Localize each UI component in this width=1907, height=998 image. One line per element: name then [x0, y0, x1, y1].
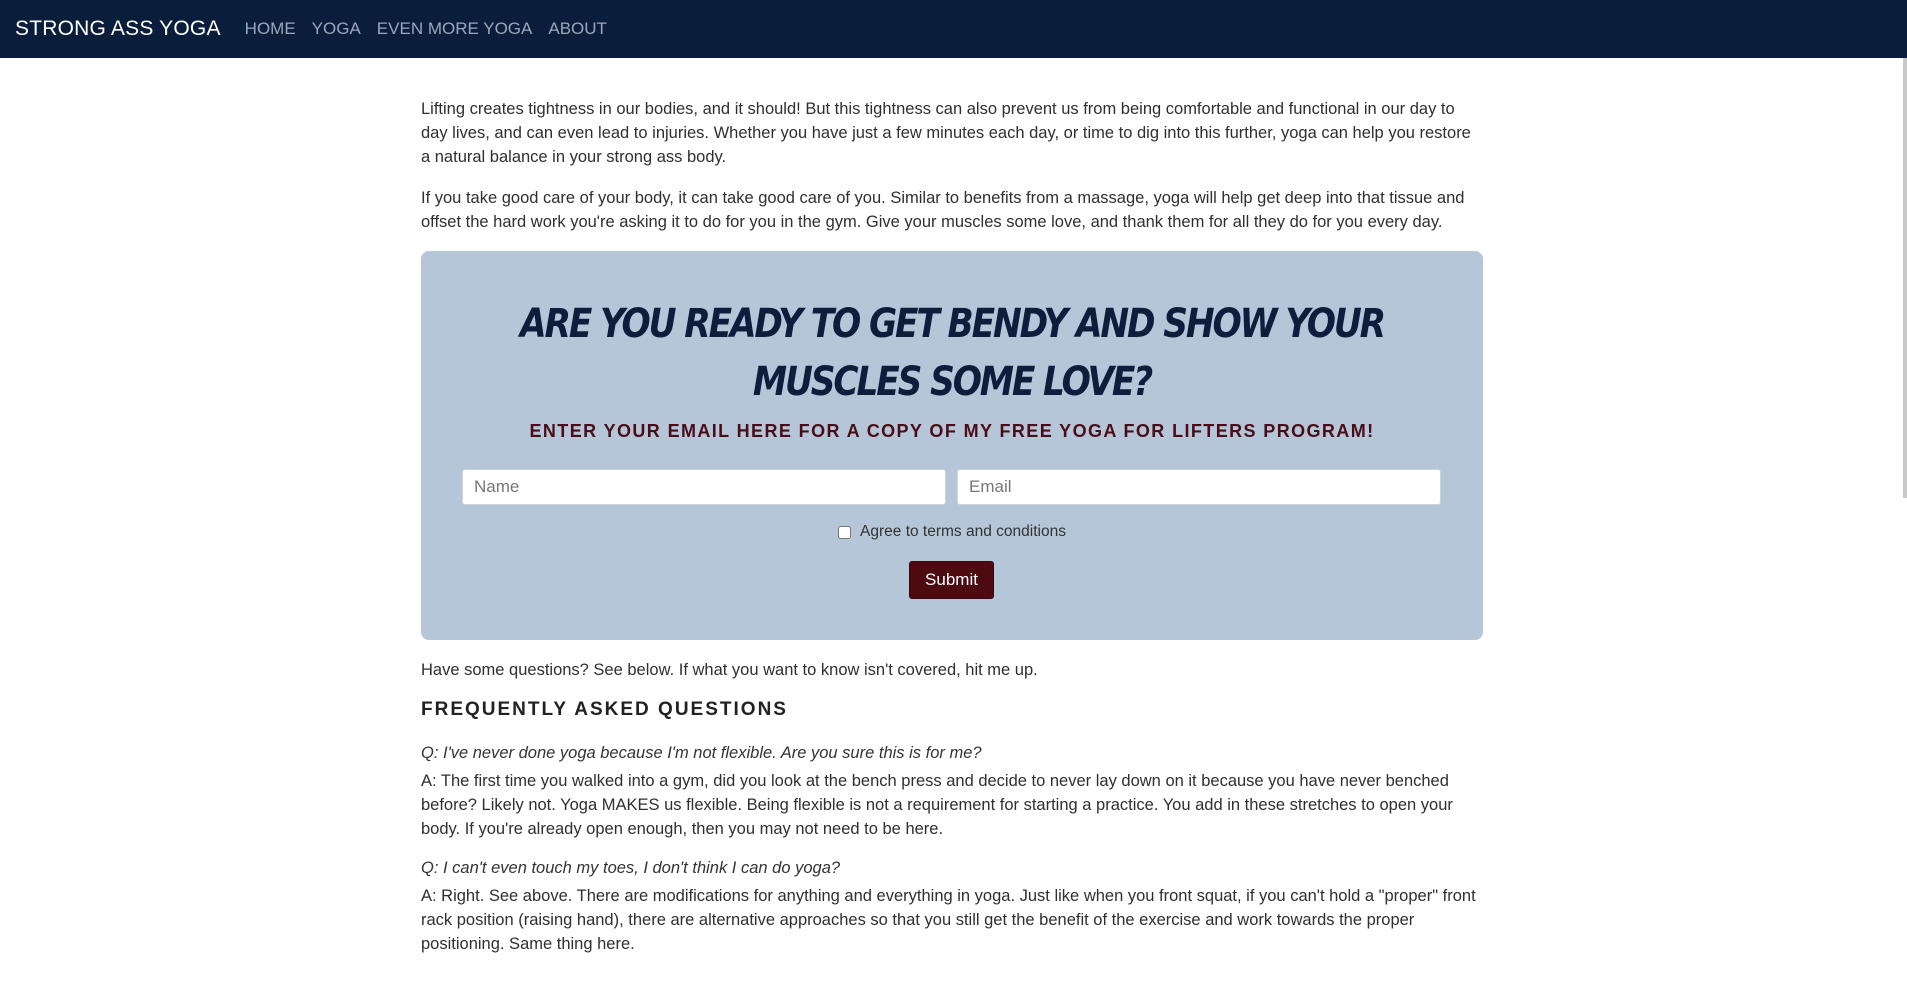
signup-panel: Are you ready to get bendy and show your…	[421, 251, 1483, 640]
navbar: STRONG ASS YOGA HOME YOGA EVEN MORE YOGA…	[0, 0, 1907, 58]
faq-item: Q: I've never done yoga because I'm not …	[421, 742, 1483, 841]
faq-question: Q: I've never done yoga because I'm not …	[421, 744, 982, 762]
signup-subheading: ENTER YOUR EMAIL HERE FOR A COPY OF MY F…	[529, 421, 1375, 441]
main-content: Lifting creates tightness in our bodies,…	[421, 58, 1483, 956]
page-scrollbar[interactable]	[1903, 58, 1907, 498]
nav-link-about[interactable]: ABOUT	[548, 19, 607, 39]
terms-label: Agree to terms and conditions	[860, 523, 1066, 540]
terms-row: Agree to terms and conditions	[421, 523, 1483, 541]
intro-paragraph-2: If you take good care of your body, it c…	[421, 189, 1465, 231]
questions-intro: Have some questions? See below. If what …	[421, 661, 1038, 679]
nav-links: HOME YOGA EVEN MORE YOGA ABOUT	[245, 19, 623, 39]
signup-heading: Are you ready to get bendy and show your…	[520, 301, 1386, 405]
faq-title: FREQUENTLY ASKED QUESTIONS	[421, 699, 788, 720]
faq-item: Q: I can't even touch my toes, I don't t…	[421, 857, 1483, 956]
faq-question: Q: I can't even touch my toes, I don't t…	[421, 859, 841, 877]
email-input[interactable]	[957, 469, 1441, 505]
terms-checkbox[interactable]	[838, 525, 852, 539]
brand-link[interactable]: STRONG ASS YOGA	[15, 17, 221, 41]
intro-paragraph-1: Lifting creates tightness in our bodies,…	[421, 100, 1471, 166]
nav-link-home[interactable]: HOME	[245, 19, 296, 39]
name-input[interactable]	[462, 469, 946, 505]
faq-answer: A: The first time you walked into a gym,…	[421, 772, 1453, 838]
submit-button[interactable]: Submit	[909, 561, 994, 599]
nav-link-yoga[interactable]: YOGA	[312, 19, 361, 39]
nav-link-even-more-yoga[interactable]: EVEN MORE YOGA	[377, 19, 533, 39]
faq-answer: A: Right. See above. There are modificat…	[421, 887, 1476, 953]
